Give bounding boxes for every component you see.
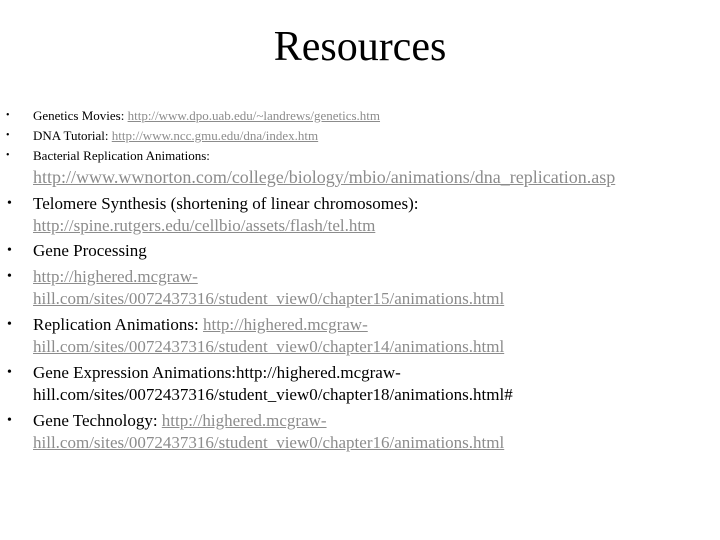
gene-expression-line2: hill.com/sites/0072437316/student_view0/… [33,385,513,404]
item-label: Gene Technology: [33,411,162,430]
chapter15-link-line1[interactable]: http://highered.mcgraw- [33,266,693,288]
telomere-synthesis-link[interactable]: http://spine.rutgers.edu/cellbio/assets/… [33,215,693,237]
bullet-icon: • [7,413,12,428]
list-item-gene-expression: • Gene Expression Animations:http://high… [7,362,693,406]
list-item-bacterial-replication: • Bacterial Replication Animations: [6,147,693,165]
bullet-icon: • [7,365,12,380]
chapter15-link-line2[interactable]: hill.com/sites/0072437316/student_view0/… [33,288,693,310]
chapter14-link-line1[interactable]: http://highered.mcgraw- [203,315,368,334]
list-item-gene-technology: • Gene Technology: http://highered.mcgra… [7,410,693,454]
bullet-icon: • [7,317,12,332]
chapter16-link-line1[interactable]: http://highered.mcgraw- [162,411,327,430]
genetics-movies-link[interactable]: http://www.dpo.uab.edu/~landrews/genetic… [128,108,380,123]
item-label: Replication Animations: [33,315,203,334]
list-item-genetics-movies: • Genetics Movies: http://www.dpo.uab.ed… [6,107,693,125]
bullet-icon: • [6,150,10,161]
list-item-gene-processing: • Gene Processing [7,240,693,262]
bacterial-replication-link[interactable]: http://www.wwnorton.com/college/biology/… [33,166,615,188]
chapter14-link-line2[interactable]: hill.com/sites/0072437316/student_view0/… [33,336,693,358]
item-label: Telomere Synthesis (shortening of linear… [33,194,419,213]
item-label: Bacterial Replication Animations: [33,148,210,163]
list-item-replication-animations: • Replication Animations: http://highere… [7,314,693,358]
item-label: Genetics Movies: [33,108,128,123]
dna-tutorial-link[interactable]: http://www.ncc.gmu.edu/dna/index.htm [112,128,318,143]
item-label: DNA Tutorial: [33,128,112,143]
list-item-telomere-synthesis: • Telomere Synthesis (shortening of line… [7,193,693,237]
resource-list: • Genetics Movies: http://www.dpo.uab.ed… [0,0,720,540]
bullet-icon: • [6,130,10,141]
bullet-icon: • [7,196,12,211]
item-label: Gene Processing [33,241,147,260]
list-item-dna-tutorial: • DNA Tutorial: http://www.ncc.gmu.edu/d… [6,127,693,145]
bullet-icon: • [6,110,10,121]
list-item-chapter15-animations: • http://highered.mcgraw- hill.com/sites… [7,266,693,310]
chapter16-link-line2[interactable]: hill.com/sites/0072437316/student_view0/… [33,432,693,454]
gene-expression-line1: Gene Expression Animations:http://higher… [33,363,401,382]
bullet-icon: • [7,269,12,284]
bullet-icon: • [7,243,12,258]
